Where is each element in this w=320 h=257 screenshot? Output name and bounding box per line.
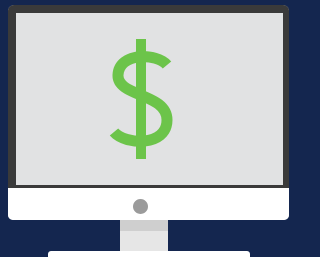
stand-neck-shadow (120, 220, 168, 231)
monitor-stand-base (48, 251, 250, 257)
monitor-stand-neck (120, 220, 168, 251)
monitor-chin (8, 188, 289, 220)
power-button-icon[interactable] (133, 199, 148, 214)
dollar-sign-icon (109, 39, 173, 159)
